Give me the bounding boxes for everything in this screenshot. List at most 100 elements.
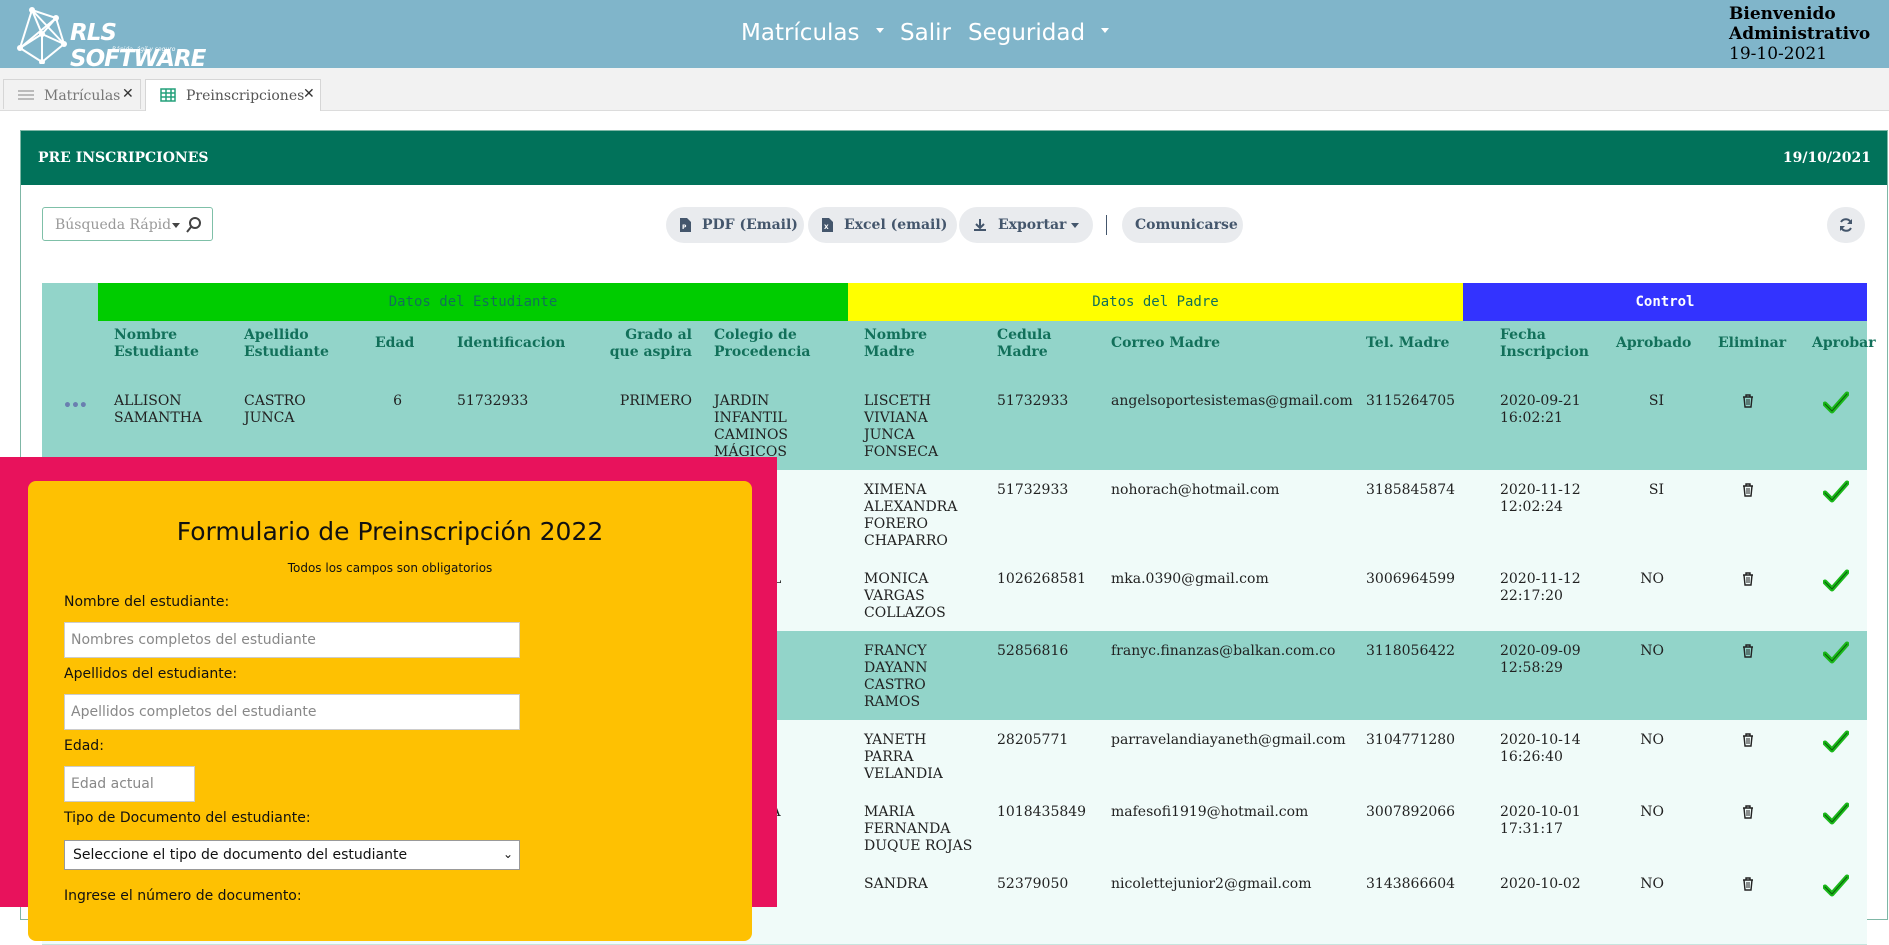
col-correo[interactable]: Correo Madre [1111,335,1220,352]
cell-fecha: 2020-10-01 17:31:17 [1500,804,1581,837]
approve-check-icon[interactable] [1822,641,1850,665]
trash-icon[interactable] [1742,804,1754,819]
col-cedula[interactable]: Cedula Madre [997,327,1067,361]
nav-seguridad[interactable]: Seguridad [968,20,1110,46]
col-grado[interactable]: Grado al que aspira [602,327,692,361]
tipo-doc-label: Tipo de Documento del estudiante: [64,810,311,826]
cell-colegio: JARDIN INFANTIL CAMINOS MÁGICOS [714,393,789,460]
tab-bar: Matrículas ✕ Preinscripciones ✕ [0,68,1889,111]
approve-check-icon[interactable] [1822,874,1850,898]
col-madre[interactable]: Nombre Madre [864,327,934,361]
trash-icon[interactable] [1742,482,1754,497]
trash-icon[interactable] [1742,571,1754,586]
tab-preinscripciones-label: Preinscripciones [186,88,305,104]
cell-madre: FRANCY DAYANN CASTRO RAMOS [864,643,928,710]
logo-tagline: Rápido, ágil y seguro [112,46,176,53]
tab-preinscripciones[interactable]: Preinscripciones ✕ [145,79,321,111]
panel-date: 19/10/2021 [1782,150,1871,166]
trash-icon[interactable] [1742,643,1754,658]
approve-check-icon[interactable] [1822,569,1850,593]
quick-search[interactable]: Búsqueda Rápid [42,207,213,241]
communicate-button[interactable]: Comunicarse [1122,207,1243,243]
cell-madre: YANETH PARRA VELANDIA [864,732,943,782]
excel-email-button[interactable]: X Excel (email) [808,207,957,243]
form-title: Formulario de Preinscripción 2022 [176,517,604,546]
cell-aprobado: NO [1640,571,1664,587]
export-button[interactable]: Exportar [959,207,1093,243]
cell-aprobado: NO [1640,732,1664,748]
approve-check-icon[interactable] [1822,480,1850,504]
refresh-button[interactable] [1827,207,1865,243]
cell-cedula: 51732933 [997,393,1069,409]
col-colegio[interactable]: Colegio de Procedencia [714,327,814,361]
nav-matriculas-label: Matrículas [741,20,860,46]
top-bar: RLS SOFTWARE Rápido, ágil y seguro Matrí… [0,0,1889,72]
close-icon[interactable]: ✕ [122,86,134,102]
nav-matriculas[interactable]: Matrículas [741,20,884,46]
rls-logo[interactable]: RLS SOFTWARE Rápido, ágil y seguro [12,4,212,72]
user-name: Administrativo [1729,24,1871,44]
pdf-email-label: PDF (Email) [702,217,798,233]
chevron-down-icon [875,28,884,33]
tipo-doc-select[interactable]: Seleccione el tipo de documento del estu… [64,840,520,870]
close-icon[interactable]: ✕ [303,86,315,102]
cell-correo: mafesofi1919@hotmail.com [1111,804,1309,820]
cell-fecha: 2020-09-09 12:58:29 [1500,643,1581,676]
cell-grado: PRIMERO [619,393,692,409]
table-header: Nombre Estudiante Apellido Estudiante Ed… [42,321,1876,381]
col-aprobado[interactable]: Aprobado [1616,335,1691,352]
approve-check-icon[interactable] [1822,802,1850,826]
nav-salir[interactable]: Salir [900,20,951,46]
col-fecha[interactable]: Fecha Inscripcion [1500,327,1600,361]
cell-cedula: 1026268581 [997,571,1087,587]
cell-madre: LISCETH VIVIANA JUNCA FONSECA [864,393,939,460]
cell-madre: MONICA VARGAS COLLAZOS [864,571,946,621]
communicate-label: Comunicarse [1135,217,1238,233]
cell-aprobado: SI [1648,482,1664,498]
col-tel[interactable]: Tel. Madre [1366,335,1449,352]
group-control: Control [1463,283,1867,321]
tab-matriculas[interactable]: Matrículas ✕ [3,79,141,109]
cell-fecha: 2020-10-02 [1500,876,1581,892]
user-info: Bienvenido Administrativo 19-10-2021 [1729,4,1870,64]
approve-check-icon[interactable] [1822,391,1850,415]
cell-cedula: 52379050 [997,876,1069,892]
trash-icon[interactable] [1742,732,1754,747]
trash-icon[interactable] [1742,876,1754,891]
trash-icon[interactable] [1742,393,1754,408]
col-aprobar[interactable]: Aprobar [1812,335,1876,352]
cell-correo: nohorach@hotmail.com [1111,482,1280,498]
nombre-input[interactable]: Nombres completos del estudiante [64,622,520,658]
apellidos-label: Apellidos del estudiante: [64,666,238,682]
col-apellido[interactable]: Apellido Estudiante [244,327,344,361]
network-globe-icon [17,7,67,64]
cell-fecha: 2020-09-21 16:02:21 [1500,393,1581,426]
cell-fecha: 2020-11-12 22:17:20 [1500,571,1581,604]
cell-madre: XIMENA ALEXANDRA FORERO CHAPARRO [864,482,958,549]
panel-title: PRE INSCRIPCIONES [38,150,209,166]
form-overlay: Formulario de Preinscripción 2022 Todos … [0,457,777,941]
chevron-down-icon [1071,223,1079,228]
chevron-down-icon[interactable] [172,223,180,228]
edad-input[interactable]: Edad actual [64,766,195,802]
cell-aprobado: NO [1640,804,1664,820]
pdf-file-icon: P [680,218,691,232]
apellidos-placeholder: Apellidos completos del estudiante [71,704,317,720]
approve-check-icon[interactable] [1822,730,1850,754]
cell-cedula: 52856816 [997,643,1069,659]
cell-aprobado: NO [1640,876,1664,892]
pdf-email-button[interactable]: P PDF (Email) [666,207,804,243]
search-icon[interactable] [186,217,202,233]
cell-cedula: 51732933 [997,482,1069,498]
col-edad[interactable]: Edad [375,335,414,352]
apellidos-input[interactable]: Apellidos completos del estudiante [64,694,520,730]
excel-file-icon: X [822,218,833,232]
more-options-icon[interactable]: ••• [63,398,88,414]
cell-fecha: 2020-11-12 12:02:24 [1500,482,1581,515]
toolbar-divider [1106,215,1107,235]
col-eliminar[interactable]: Eliminar [1718,335,1786,352]
svg-text:X: X [824,224,829,231]
form-subtitle: Todos los campos son obligatorios [287,561,493,575]
col-identificacion[interactable]: Identificacion [457,335,565,352]
col-nombre[interactable]: Nombre Estudiante [114,327,219,361]
